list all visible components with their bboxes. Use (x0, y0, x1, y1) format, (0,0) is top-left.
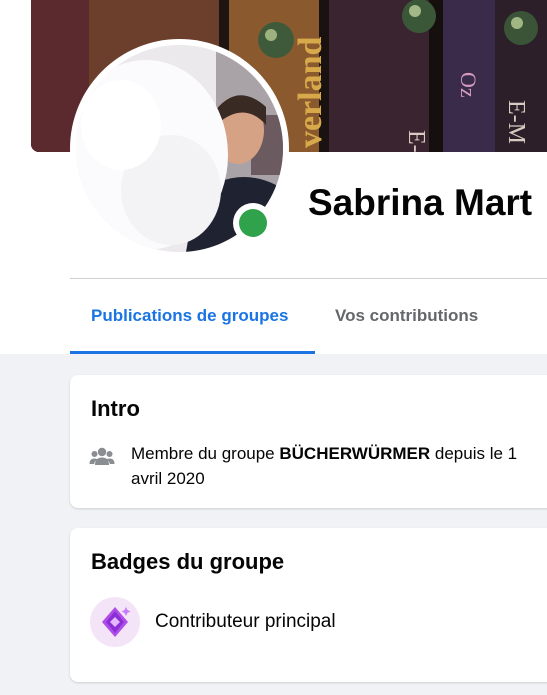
tab-vos-contributions[interactable]: Vos contributions (335, 306, 478, 326)
cover-book-text: verland (292, 36, 329, 148)
intro-membership-text: Membre du groupe BÜCHERWÜRMER depuis le … (131, 441, 547, 491)
badge-label[interactable]: Contributeur principal (155, 611, 336, 633)
cover-book-text: E-M (503, 100, 529, 144)
online-dot-icon (239, 209, 267, 237)
profile-name[interactable]: Sabrina Mart (308, 182, 532, 224)
badges-title: Badges du groupe (91, 549, 285, 574)
group-name-link[interactable]: BÜCHERWÜRMER (279, 444, 430, 463)
active-tab-indicator (70, 351, 315, 354)
intro-prefix: Membre du groupe (131, 444, 280, 463)
sparkle-badge-icon[interactable] (90, 597, 140, 647)
badges-card: Badges du groupe Contributeur principal (70, 528, 547, 682)
intro-title: Intro (91, 396, 140, 421)
cover-book-text: E-M (403, 130, 429, 152)
header-divider (70, 278, 547, 279)
intro-card: Intro Membre du groupe BÜCHERWÜRMER depu… (70, 375, 547, 508)
cover-book-text: Oz (456, 72, 481, 98)
profile-header: verland E-M Oz E-M Sabrina Mart Publicat… (0, 0, 547, 354)
tab-publications-de-groupes[interactable]: Publications de groupes (91, 306, 288, 326)
online-status-indicator (233, 203, 273, 243)
people-icon (89, 447, 115, 465)
